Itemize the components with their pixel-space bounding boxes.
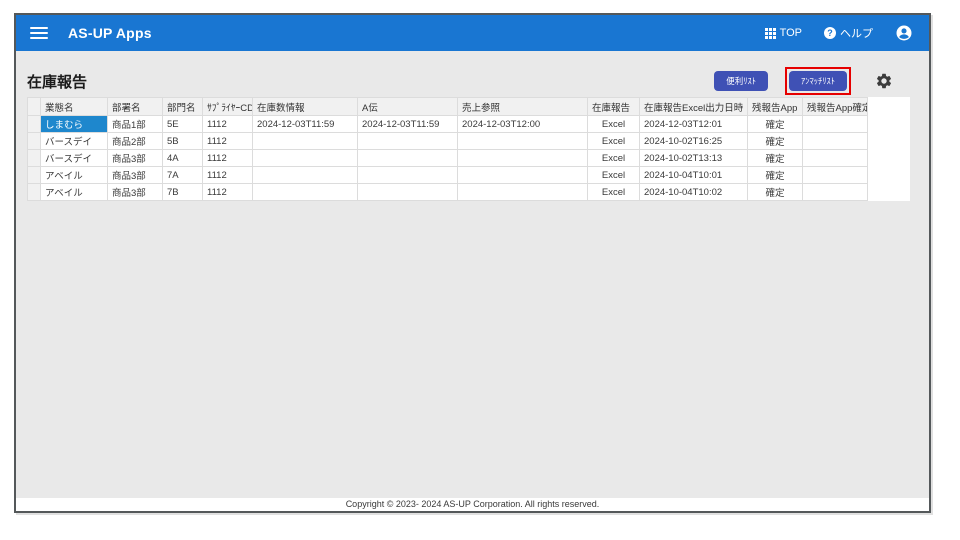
header-cell: 部署名 — [107, 97, 163, 116]
table-row: アベイル 商品3部 7B 1112 Excel 2024-10-04T10:02 確定 — [27, 183, 868, 201]
app-window: AS-UP Apps TOP ? ヘルプ 在庫報告 便利ﾘｽﾄ ｱﾝﾏｯﾁﾘｽﾄ… — [14, 13, 931, 513]
menu-icon[interactable] — [30, 27, 48, 39]
cell[interactable] — [457, 132, 588, 150]
cell[interactable]: 7A — [162, 166, 203, 184]
cell[interactable]: 4A — [162, 149, 203, 167]
cell[interactable]: Excel — [587, 115, 640, 133]
row-selector-cell[interactable] — [27, 115, 41, 133]
header-cell: 売上参照 — [457, 97, 588, 116]
cell[interactable]: Excel — [587, 149, 640, 167]
row-selector-cell[interactable] — [27, 166, 41, 184]
cell[interactable] — [357, 132, 458, 150]
header-cell: 部門名 — [162, 97, 203, 116]
cell[interactable]: 確定 — [747, 149, 803, 167]
header-cell: 在庫報告 — [587, 97, 640, 116]
table-row: しまむら 商品1部 5E 1112 2024-12-03T11:59 2024-12-03… — [27, 115, 868, 133]
table-row: バースデイ 商品2部 5B 1112 Excel 2024-10-02T16:25 確定 — [27, 132, 868, 150]
table-row: バースデイ 商品3部 4A 1112 Excel 2024-10-02T13:13 確定 — [27, 149, 868, 167]
cell[interactable]: 商品1部 — [107, 115, 163, 133]
cell[interactable] — [457, 149, 588, 167]
cell[interactable]: 2024-12-03T12:00 — [457, 115, 588, 133]
row-selector-cell[interactable] — [27, 149, 41, 167]
top-label: TOP — [779, 27, 802, 39]
cell[interactable]: 商品3部 — [107, 183, 163, 201]
gear-icon[interactable] — [875, 72, 893, 90]
cell[interactable]: 確定 — [747, 132, 803, 150]
cell[interactable]: 2024-10-04T10:01 — [639, 166, 748, 184]
cell[interactable]: 2024-10-02T13:13 — [639, 149, 748, 167]
cell[interactable]: 商品3部 — [107, 149, 163, 167]
cell[interactable]: Excel — [587, 183, 640, 201]
selector-header-cell — [27, 97, 41, 116]
row-selector-cell[interactable] — [27, 183, 41, 201]
header-cell: 残報告App確定日時 — [802, 97, 868, 116]
toolbar: 在庫報告 便利ﾘｽﾄ ｱﾝﾏｯﾁﾘｽﾄ — [16, 51, 929, 97]
cell[interactable]: バースデイ — [40, 149, 108, 167]
app-bar: AS-UP Apps TOP ? ヘルプ — [16, 15, 929, 51]
report-table: 業態名 部署名 部門名 ｻﾌﾟﾗｲﾔｰCD 在庫数情報 A伝 売上参照 在庫報告 在庫報告Exc… — [27, 97, 868, 201]
header-cell: 残報告App — [747, 97, 803, 116]
unmatch-button-highlight: ｱﾝﾏｯﾁﾘｽﾄ — [784, 66, 851, 96]
table-header-row: 業態名 部署名 部門名 ｻﾌﾟﾗｲﾔｰCD 在庫数情報 A伝 売上参照 在庫報告 在庫報告Exc… — [27, 97, 868, 116]
app-title: AS-UP Apps — [68, 25, 152, 41]
page-title: 在庫報告 — [27, 73, 88, 91]
row-selector-cell[interactable] — [27, 132, 41, 150]
cell[interactable] — [457, 183, 588, 201]
benri-list-button[interactable]: 便利ﾘｽﾄ — [714, 70, 768, 92]
cell[interactable] — [357, 183, 458, 201]
cell[interactable]: 1112 — [202, 166, 253, 184]
cell[interactable]: 7B — [162, 183, 203, 201]
cell[interactable]: Excel — [587, 132, 640, 150]
report-table-panel: 業態名 部署名 部門名 ｻﾌﾟﾗｲﾔｰCD 在庫数情報 A伝 売上参照 在庫報告 在庫報告Exc… — [27, 97, 910, 201]
cell[interactable]: 1112 — [202, 149, 253, 167]
cell[interactable] — [252, 183, 358, 201]
cell[interactable] — [802, 132, 868, 150]
cell[interactable]: 1112 — [202, 115, 253, 133]
avatar-icon[interactable] — [895, 24, 913, 42]
cell[interactable] — [357, 166, 458, 184]
cell[interactable]: Excel — [587, 166, 640, 184]
footer-copyright: Copyright © 2023- 2024 AS-UP Corporation… — [16, 498, 929, 511]
header-cell: 在庫数情報 — [252, 97, 358, 116]
cell[interactable] — [802, 115, 868, 133]
cell[interactable]: 商品2部 — [107, 132, 163, 150]
header-cell: 業態名 — [40, 97, 108, 116]
unmatch-list-button[interactable]: ｱﾝﾏｯﾁﾘｽﾄ — [788, 70, 847, 92]
cell[interactable] — [457, 166, 588, 184]
header-cell: 在庫報告Excel出力日時 — [639, 97, 748, 116]
cell[interactable]: 2024-12-03T11:59 — [252, 115, 358, 133]
cell[interactable]: 確定 — [747, 166, 803, 184]
cell[interactable] — [802, 166, 868, 184]
cell[interactable]: しまむら — [40, 115, 108, 133]
cell[interactable]: 2024-10-02T16:25 — [639, 132, 748, 150]
cell[interactable]: 2024-12-03T11:59 — [357, 115, 458, 133]
top-button[interactable]: TOP — [764, 27, 802, 39]
cell[interactable]: 2024-12-03T12:01 — [639, 115, 748, 133]
header-cell: A伝 — [357, 97, 458, 116]
cell[interactable]: 1112 — [202, 183, 253, 201]
cell[interactable]: 商品3部 — [107, 166, 163, 184]
apps-grid-icon — [764, 27, 776, 39]
cell[interactable]: 確定 — [747, 115, 803, 133]
cell[interactable] — [252, 166, 358, 184]
cell[interactable]: アベイル — [40, 183, 108, 201]
cell[interactable]: 5E — [162, 115, 203, 133]
cell[interactable]: 5B — [162, 132, 203, 150]
cell[interactable] — [252, 132, 358, 150]
help-label: ヘルプ — [840, 28, 873, 40]
help-icon: ? — [824, 27, 836, 39]
cell[interactable] — [252, 149, 358, 167]
cell[interactable]: 2024-10-04T10:02 — [639, 183, 748, 201]
cell[interactable] — [357, 149, 458, 167]
table-row: アベイル 商品3部 7A 1112 Excel 2024-10-04T10:01 確定 — [27, 166, 868, 184]
help-button[interactable]: ? ヘルプ — [824, 25, 873, 41]
cell[interactable] — [802, 183, 868, 201]
cell[interactable]: 1112 — [202, 132, 253, 150]
cell[interactable]: バースデイ — [40, 132, 108, 150]
cell[interactable] — [802, 149, 868, 167]
cell[interactable]: 確定 — [747, 183, 803, 201]
cell[interactable]: アベイル — [40, 166, 108, 184]
header-cell: ｻﾌﾟﾗｲﾔｰCD — [202, 97, 253, 116]
